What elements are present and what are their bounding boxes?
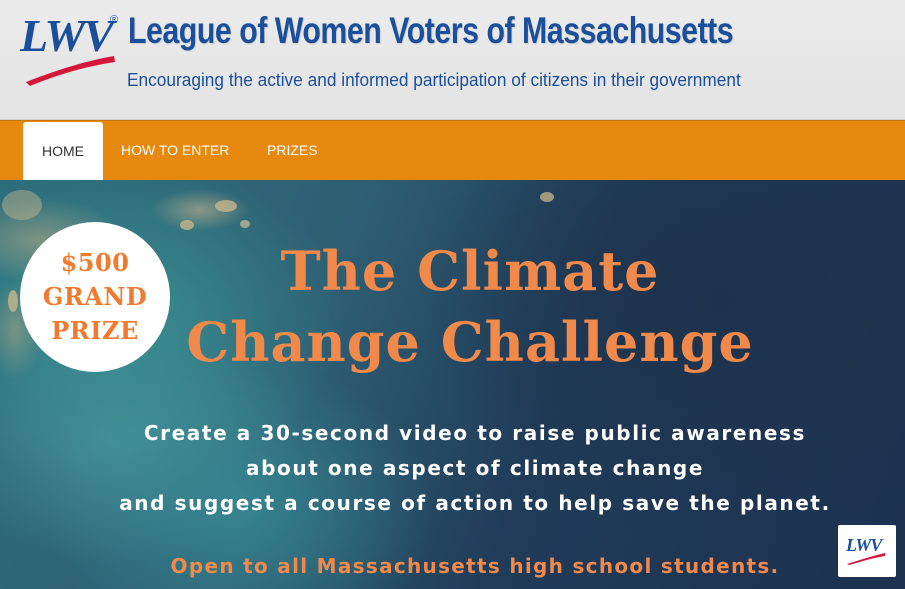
hero-title: The Climate Change Challenge [150, 236, 790, 378]
hero-desc-line-3: and suggest a course of action to help s… [119, 491, 831, 515]
main-nav: HOME HOW TO ENTER PRIZES [0, 120, 905, 180]
prize-label: PRIZE [51, 316, 139, 345]
map-speck [540, 192, 554, 202]
map-speck [8, 290, 18, 312]
site-header: LWV ® League of Women Voters of Massachu… [0, 0, 905, 120]
hero-title-line-1: The Climate [280, 239, 660, 303]
corner-lwv-logo[interactable]: LWV [838, 525, 896, 577]
prize-grand: GRAND [42, 282, 148, 311]
corner-logo-swoosh-icon [847, 553, 885, 565]
hero-title-line-2: Change Challenge [186, 310, 754, 374]
prize-badge: $500 GRAND PRIZE [20, 222, 170, 372]
nav-item-how-to-enter[interactable]: HOW TO ENTER [102, 121, 248, 180]
map-speck [240, 220, 250, 228]
hero-description: Create a 30-second video to raise public… [110, 416, 840, 521]
map-speck [180, 220, 194, 230]
map-speck [2, 190, 42, 220]
hero-desc-line-1: Create a 30-second video to raise public… [143, 421, 807, 445]
site-tagline: Encouraging the active and informed part… [127, 70, 741, 90]
lwv-logo[interactable]: LWV ® [20, 10, 120, 86]
hero-desc-line-2: about one aspect of climate change [246, 456, 704, 480]
map-speck [215, 200, 237, 212]
eligibility-text: Open to all Massachusetts high school st… [170, 554, 780, 578]
hero-banner: $500 GRAND PRIZE The Climate Change Chal… [0, 180, 905, 589]
prize-amount: $500 [60, 248, 130, 277]
registered-mark: ® [110, 14, 119, 26]
logo-swoosh-icon [26, 56, 115, 86]
site-title: League of Women Voters of Massachusetts [128, 10, 734, 51]
nav-item-home[interactable]: HOME [23, 122, 103, 180]
nav-item-prizes[interactable]: PRIZES [248, 121, 337, 180]
